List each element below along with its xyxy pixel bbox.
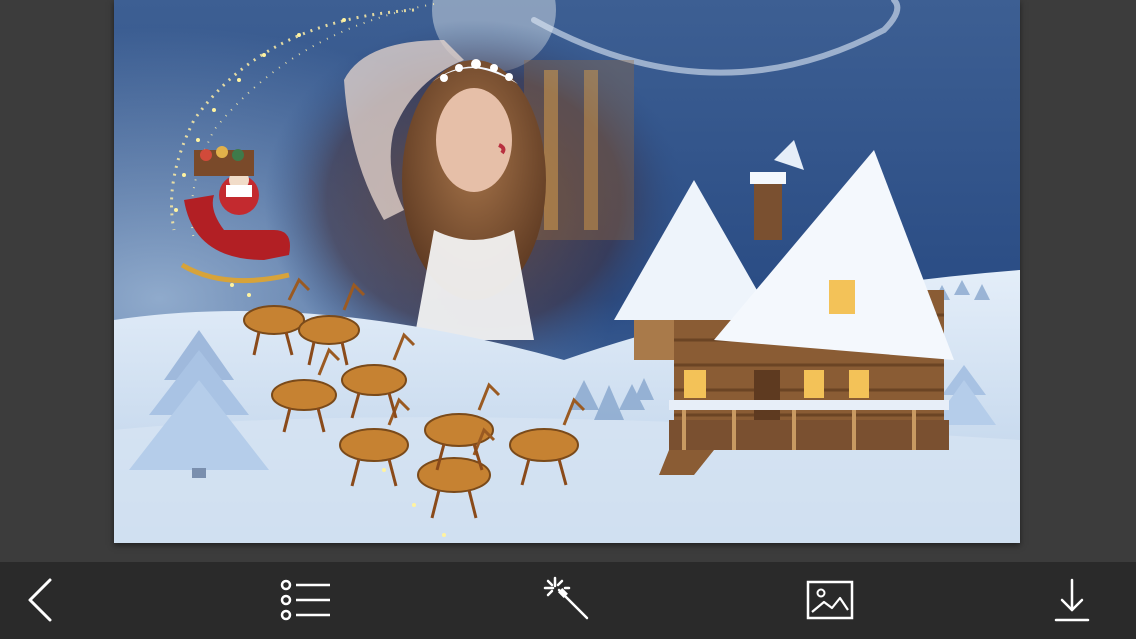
gallery-button[interactable] <box>798 572 862 628</box>
canvas-area <box>0 0 1136 562</box>
photo-frame-editor <box>0 0 1136 639</box>
effects-button[interactable] <box>536 572 600 628</box>
back-button[interactable] <box>10 572 74 628</box>
image-icon <box>806 580 854 620</box>
download-icon <box>1054 578 1090 622</box>
menu-button[interactable] <box>273 572 337 628</box>
chevron-left-icon <box>28 578 52 622</box>
download-button[interactable] <box>1040 572 1104 628</box>
list-icon <box>280 579 330 621</box>
framed-photo[interactable] <box>114 0 1020 543</box>
magic-wand-icon <box>543 576 589 620</box>
bottom-toolbar <box>0 562 1136 639</box>
christmas-scene <box>114 0 1020 543</box>
